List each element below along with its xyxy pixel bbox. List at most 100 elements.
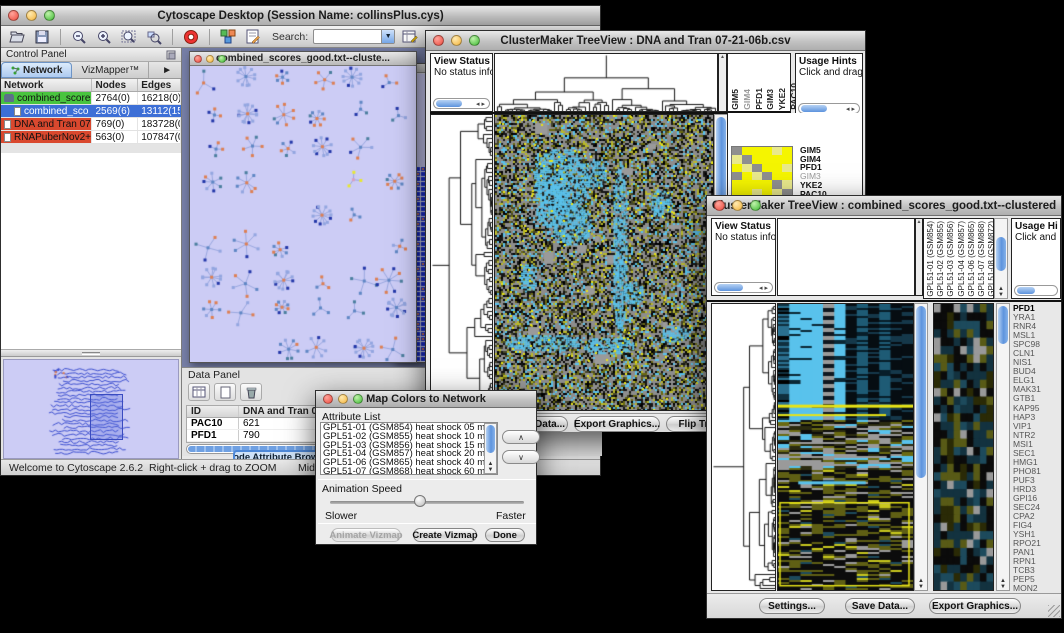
settings-button[interactable]: Settings... xyxy=(759,598,825,614)
matrix-cell[interactable] xyxy=(782,180,792,188)
matrix-cell[interactable] xyxy=(782,172,792,180)
scroll-arrows-icon[interactable]: ▲▼ xyxy=(915,578,927,590)
heatmap-global-view[interactable] xyxy=(494,114,714,411)
scroll-thumb[interactable] xyxy=(486,425,495,453)
chevron-down-icon[interactable]: ▼ xyxy=(381,30,394,43)
row-dendrogram-panel[interactable] xyxy=(430,114,493,411)
attribute-list[interactable]: GPL51-01 (GSM854) heat shock 05 minGPL51… xyxy=(320,422,498,475)
matrix-cell[interactable] xyxy=(742,172,752,180)
minimize-icon[interactable] xyxy=(26,10,37,21)
column-label[interactable]: GIM5 xyxy=(731,89,741,110)
network-name-cell[interactable]: DNA and Tran 07 xyxy=(1,118,92,130)
heatmap-global-view[interactable] xyxy=(777,303,914,591)
similarity-matrix[interactable] xyxy=(731,146,793,198)
attribute-browser-icon[interactable] xyxy=(400,28,420,45)
new-attribute-icon[interactable] xyxy=(214,383,236,401)
scroll-arrows-icon[interactable]: ▲▼ xyxy=(485,461,496,473)
window-network-view[interactable]: combined_scores_good.txt--cluste... xyxy=(189,51,417,363)
view-status-hscrollbar[interactable]: ◂▸ xyxy=(433,98,490,109)
scroll-thumb[interactable] xyxy=(717,284,743,291)
gene-label[interactable]: MON2 xyxy=(1013,584,1061,592)
search-input[interactable]: ▼ xyxy=(313,29,395,44)
matrix-cell[interactable] xyxy=(772,180,782,188)
help-lifebuoy-icon[interactable] xyxy=(181,28,201,45)
save-icon[interactable] xyxy=(32,28,52,45)
zoom-selected-icon[interactable] xyxy=(144,28,164,45)
network-name-cell[interactable]: combined_scores xyxy=(1,92,92,104)
treeview1-titlebar[interactable]: ClusterMaker TreeView : DNA and Tran 07-… xyxy=(426,31,865,51)
column-label[interactable]: GIM4 xyxy=(743,89,753,110)
matrix-cell[interactable] xyxy=(752,180,762,188)
tab-vizmapper[interactable]: VizMapper™ xyxy=(72,62,149,78)
zoom-window-icon[interactable] xyxy=(469,35,480,46)
matrix-cell[interactable] xyxy=(782,164,792,172)
tab-network[interactable]: Network xyxy=(1,62,72,78)
matrix-cell[interactable] xyxy=(762,172,772,180)
network-list-row[interactable]: RNAPuberNov2+|563(0)107847(0) xyxy=(1,131,181,144)
open-file-icon[interactable] xyxy=(7,28,27,45)
export-graphics-button[interactable]: Export Graphics... xyxy=(929,598,1021,614)
matrix-cell[interactable] xyxy=(772,164,782,172)
zoom-window-icon[interactable] xyxy=(218,55,226,63)
move-up-button[interactable]: ∧ xyxy=(502,430,540,444)
tab-overflow-arrow[interactable]: ► xyxy=(153,62,181,78)
scroll-arrows-icon[interactable]: ▲▼ xyxy=(997,578,1009,590)
header-edges[interactable]: Edges xyxy=(138,79,181,91)
scroll-thumb[interactable] xyxy=(436,100,462,107)
matrix-cell[interactable] xyxy=(732,180,742,188)
matrix-cell[interactable] xyxy=(762,164,772,172)
scroll-thumb[interactable] xyxy=(998,306,1008,344)
close-icon[interactable] xyxy=(8,10,19,21)
resize-grip[interactable] xyxy=(1048,605,1060,617)
window-controls[interactable] xyxy=(8,10,55,21)
scroll-arrows-icon[interactable]: ◂▸ xyxy=(846,105,857,113)
attribute-list-item[interactable]: GPL51-07 (GSM868) heat shock 60 min xyxy=(323,468,495,475)
zoom-out-icon[interactable] xyxy=(69,28,89,45)
matrix-cell[interactable] xyxy=(762,147,772,155)
gene-name-list[interactable]: PFD1YRA1RNR4MSL1SPC98CLN1NIS1BUD4ELG1MAK… xyxy=(1013,304,1061,592)
slider-thumb[interactable] xyxy=(414,495,426,507)
column-label[interactable]: GPL51-07 (GSM868) xyxy=(977,221,986,297)
scroll-thumb[interactable] xyxy=(996,237,1006,271)
animate-vizmap-button[interactable]: Animate Vizmap xyxy=(331,528,401,542)
network-name-cell[interactable]: combined_sco xyxy=(1,105,93,117)
birdseye-viewport-rect[interactable] xyxy=(90,394,123,440)
column-label[interactable]: GPL51-01 (GSM854) xyxy=(926,221,935,297)
scroll-arrows-icon[interactable]: ◂▸ xyxy=(759,284,770,292)
column-header-id[interactable]: ID xyxy=(187,406,239,417)
zoom-window-icon[interactable] xyxy=(750,200,761,211)
network-canvas[interactable] xyxy=(190,66,416,362)
network-view-titlebar[interactable]: combined_scores_good.txt--cluste... xyxy=(190,52,416,66)
scroll-thumb[interactable] xyxy=(916,306,926,478)
heatmap-zoom-view[interactable] xyxy=(933,303,994,591)
cytoscape-titlebar[interactable]: Cytoscape Desktop (Session Name: collins… xyxy=(1,6,600,26)
row-dendrogram-panel[interactable] xyxy=(711,303,776,591)
header-nodes[interactable]: Nodes xyxy=(92,79,138,91)
matrix-cell[interactable] xyxy=(732,147,742,155)
birdseye-view[interactable] xyxy=(3,359,179,459)
matrix-cell[interactable] xyxy=(782,147,792,155)
scroll-thumb[interactable] xyxy=(1017,287,1035,294)
save-data-button[interactable]: Save Data... xyxy=(845,598,915,614)
scroll-thumb[interactable] xyxy=(801,105,827,112)
matrix-cell[interactable] xyxy=(772,155,782,163)
attribute-list-vscrollbar[interactable]: ▲▼ xyxy=(484,423,497,474)
scroll-arrows-icon[interactable]: ◂▸ xyxy=(476,100,487,108)
zoom-window-icon[interactable] xyxy=(44,10,55,21)
minimize-icon[interactable] xyxy=(338,394,348,404)
window-controls[interactable] xyxy=(323,394,363,404)
matrix-cell[interactable] xyxy=(752,155,762,163)
vizmapper-icon[interactable] xyxy=(218,28,238,45)
close-icon[interactable] xyxy=(433,35,444,46)
zoom-in-icon[interactable] xyxy=(94,28,114,45)
column-label[interactable]: GPL51-06 (GSM865) xyxy=(967,221,976,297)
usage-hints-hscrollbar[interactable] xyxy=(1014,285,1058,296)
matrix-cell[interactable] xyxy=(762,180,772,188)
window-controls[interactable] xyxy=(194,55,226,63)
create-vizmap-button[interactable]: Create Vizmap xyxy=(413,528,477,542)
treeview2-titlebar[interactable]: ClusterMaker TreeView : combined_scores_… xyxy=(707,196,1061,216)
minimize-icon[interactable] xyxy=(732,200,743,211)
heatmap-vscrollbar[interactable]: ▲▼ xyxy=(914,303,928,591)
move-down-button[interactable]: ∨ xyxy=(502,450,540,464)
matrix-cell[interactable] xyxy=(742,155,752,163)
